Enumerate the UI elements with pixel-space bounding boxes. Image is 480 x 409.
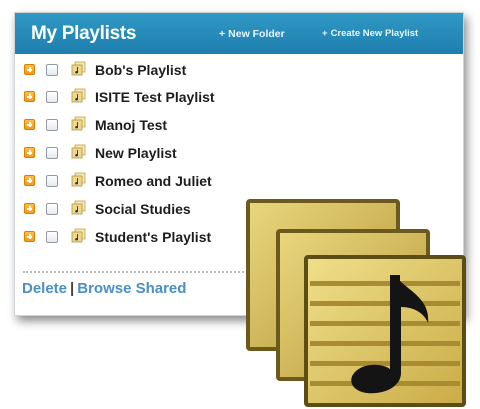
row-checkbox[interactable] [46, 175, 58, 187]
row-checkbox[interactable] [46, 64, 58, 76]
playlist-label: Student's Playlist [95, 229, 212, 245]
create-playlist-label: Create New Playlist [330, 28, 419, 39]
new-folder-link[interactable]: + New Folder [219, 28, 285, 40]
playlist-icon [71, 116, 86, 131]
expand-plus-icon[interactable] [24, 175, 35, 186]
row-checkbox[interactable] [46, 147, 58, 159]
playlist-label: Romeo and Juliet [95, 173, 212, 189]
playlist-icon [71, 144, 86, 159]
playlist-icon [71, 228, 86, 243]
playlist-label: ISITE Test Playlist [95, 89, 215, 105]
playlist-row[interactable]: Manoj Test [15, 113, 463, 139]
plus-icon: + [322, 28, 328, 39]
row-checkbox[interactable] [46, 91, 58, 103]
expand-plus-icon[interactable] [24, 231, 35, 242]
plus-icon: + [219, 28, 226, 40]
playlist-icon [71, 172, 86, 187]
playlist-row[interactable]: New Playlist [15, 141, 463, 167]
playlist-icon [71, 61, 86, 76]
footer-separator: | [70, 280, 75, 297]
row-checkbox[interactable] [46, 231, 58, 243]
expand-plus-icon[interactable] [24, 203, 35, 214]
browse-shared-link[interactable]: Browse Shared [77, 280, 186, 297]
create-playlist-link[interactable]: + Create New Playlist [322, 28, 418, 39]
panel-footer: Delete | Browse Shared [22, 280, 186, 297]
new-folder-label: New Folder [228, 28, 285, 40]
delete-link[interactable]: Delete [22, 280, 67, 297]
music-note-icon [246, 199, 466, 407]
playlist-label: Manoj Test [95, 117, 168, 133]
row-checkbox[interactable] [46, 203, 58, 215]
row-checkbox[interactable] [46, 119, 58, 131]
playlist-label: Social Studies [95, 201, 191, 217]
panel-title: My Playlists [31, 23, 137, 44]
playlist-icon [71, 200, 86, 215]
playlist-row[interactable]: Bob's Playlist [15, 58, 463, 84]
expand-plus-icon[interactable] [24, 91, 35, 102]
expand-plus-icon[interactable] [24, 119, 35, 130]
playlist-label: New Playlist [95, 145, 177, 161]
playlist-label: Bob's Playlist [95, 62, 187, 78]
panel-header: My Playlists + New Folder + Create New Pla… [15, 13, 463, 54]
playlist-row[interactable]: ISITE Test Playlist [15, 85, 463, 111]
playlist-icon [71, 88, 86, 103]
expand-plus-icon[interactable] [24, 147, 35, 158]
expand-plus-icon[interactable] [24, 64, 35, 75]
